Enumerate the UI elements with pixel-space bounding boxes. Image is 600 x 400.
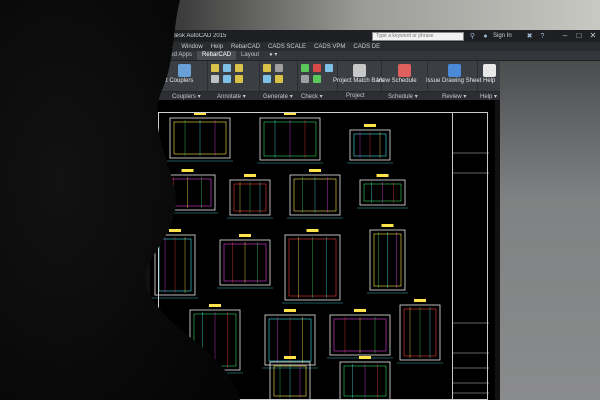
search-input[interactable] [372, 31, 464, 41]
generate-range-icon[interactable] [263, 75, 271, 83]
panel-help: Help [478, 61, 500, 91]
window-controls: – □ ✕ [558, 30, 600, 42]
panel-label-check[interactable]: Check ▾ [301, 93, 323, 100]
window-title: Autodesk AutoCAD 2015 [160, 33, 227, 39]
panel-label-generate[interactable]: Generate ▾ [263, 93, 293, 100]
menu-item-rebarcad[interactable]: RebarCAD [231, 44, 260, 50]
panel-label-couplers[interactable]: Couplers ▾ [172, 93, 201, 100]
annotate-text-icon[interactable] [211, 75, 219, 83]
sign-in-link[interactable]: Sign In [493, 33, 521, 39]
panel-review: Issue Drawing Sheet [426, 61, 481, 91]
view-schedule-button[interactable]: View Schedule [377, 78, 417, 84]
panel-generate [260, 61, 298, 91]
check-list-icon[interactable] [301, 75, 309, 83]
background-blur [0, 0, 600, 30]
split-couplers-button[interactable]: Split Couplers [156, 78, 193, 84]
project-match-bars-icon[interactable] [353, 64, 366, 77]
panel-label-help[interactable]: Help ▾ [480, 93, 497, 100]
user-icon[interactable]: ● [481, 32, 490, 41]
view-schedule-icon[interactable] [398, 64, 411, 77]
generate-set-icon[interactable] [275, 64, 283, 72]
panel-couplers: Split Couplers [150, 61, 208, 91]
generate-shape-icon[interactable] [275, 75, 283, 83]
annotate-label-icon[interactable] [211, 64, 219, 72]
generate-bar-icon[interactable] [263, 64, 271, 72]
panel-label-project: Project [346, 93, 365, 99]
split-couplers-icon[interactable] [178, 64, 191, 77]
annotate-tag-icon[interactable] [235, 64, 243, 72]
exchange-icon[interactable]: ✖ [525, 32, 534, 41]
sheet-title-block [452, 112, 489, 400]
sheet-border [158, 112, 488, 400]
menu-bar: rafic Window Help RebarCAD CADS SCALE CA… [150, 42, 600, 51]
ribbon: Split Couplers Project Match Bars View S… [150, 61, 500, 91]
title-block-lines [453, 152, 489, 394]
ribbon-panel-labels: Couplers ▾ Annotate ▾ Generate ▾ Check ▾… [150, 91, 500, 100]
panel-label-review[interactable]: Review ▾ [442, 93, 466, 100]
annotate-leader-icon[interactable] [223, 75, 231, 83]
panel-annotate [208, 61, 260, 91]
tab-rebarcad[interactable]: RebarCAD [197, 51, 237, 60]
issue-drawing-sheet-button[interactable]: Issue Drawing Sheet [426, 78, 481, 84]
check-errors-icon[interactable] [313, 64, 321, 72]
tab-layout[interactable]: Layout [236, 51, 264, 60]
help-icon[interactable]: ? [538, 32, 547, 41]
tab-featured-apps[interactable]: featured Apps [150, 51, 197, 60]
check-bars-icon[interactable] [301, 64, 309, 72]
panel-schedule: View Schedule [377, 61, 428, 91]
help-lifebuoy-icon[interactable] [483, 64, 496, 77]
menu-item-window[interactable]: Window [181, 44, 202, 50]
title-bar: Autodesk AutoCAD 2015 ⚲ ● Sign In ✖ ? – … [150, 30, 600, 42]
annotate-dim-icon[interactable] [223, 64, 231, 72]
menu-item-cads-scale[interactable]: CADS SCALE [268, 44, 306, 50]
annotate-mark-icon[interactable] [235, 75, 243, 83]
issue-drawing-sheet-icon[interactable] [448, 64, 461, 77]
search-icon[interactable]: ⚲ [468, 32, 477, 41]
menu-item-graphic[interactable]: rafic [162, 44, 173, 50]
ribbon-tab-bar: featured Apps RebarCAD Layout ● ▾ [150, 51, 600, 61]
panel-check [298, 61, 338, 91]
check-zoom-icon[interactable] [325, 64, 333, 72]
menu-item-help[interactable]: Help [211, 44, 223, 50]
tab-overflow-icon[interactable]: ● ▾ [264, 51, 282, 60]
check-ok-icon[interactable] [313, 75, 321, 83]
help-button[interactable]: Help [483, 78, 495, 84]
minimize-icon[interactable]: – [558, 30, 572, 42]
close-icon[interactable]: ✕ [586, 30, 600, 42]
panel-project: Project Match Bars [333, 61, 384, 91]
panel-label-annotate[interactable]: Annotate ▾ [217, 93, 246, 100]
menu-item-cads-vpm[interactable]: CADS VPM [314, 44, 345, 50]
panel-label-schedule[interactable]: Schedule ▾ [388, 93, 418, 100]
maximize-icon[interactable]: □ [572, 30, 586, 42]
menu-item-cads-de[interactable]: CADS DE [353, 44, 380, 50]
side-palette-area [500, 61, 600, 400]
